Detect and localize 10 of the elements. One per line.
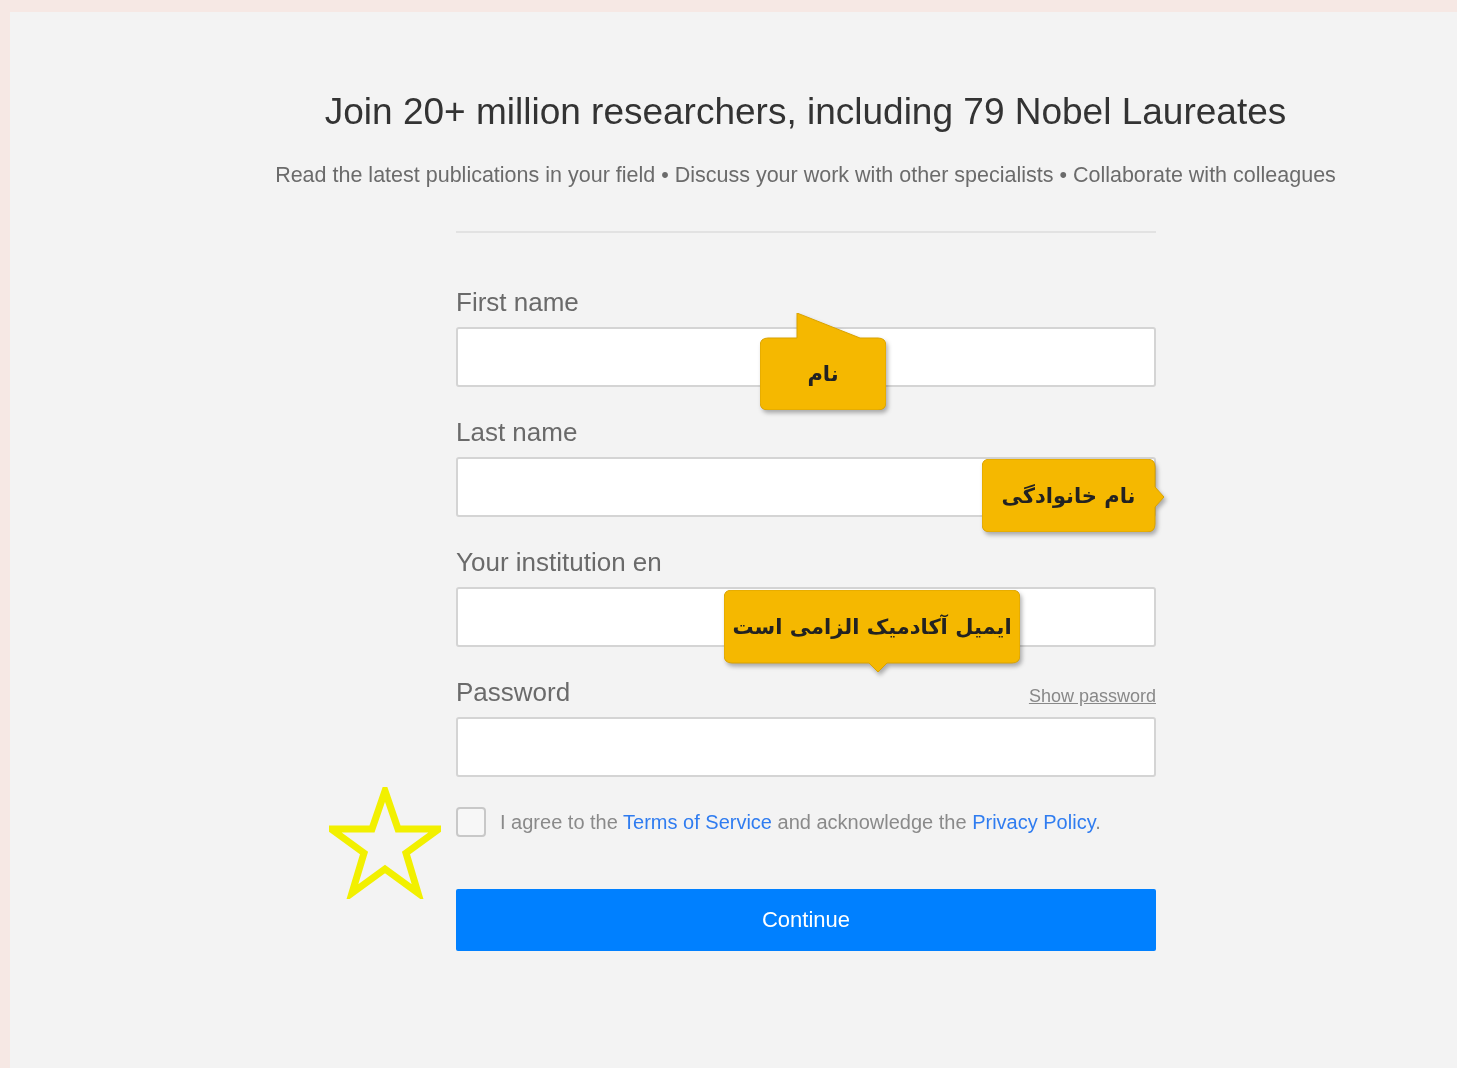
headline: Join 20+ million researchers, including 79 Nobel Laureates [324, 90, 1287, 134]
subtitle: Read the latest publications in your field • Discuss your work with other specialists • Collaborate with colleagues [275, 162, 1336, 189]
field-label: Password [456, 677, 571, 707]
field-label: Last name [456, 417, 578, 447]
callout-tooltip: نام [760, 313, 886, 410]
callout-tooltip: ایمیل آکادمیک الزامی است [724, 590, 1020, 672]
agreement-text: I agree to the Terms of Service and acknowledge the Privacy Policy. [500, 810, 1101, 835]
field-label: First name [456, 287, 579, 317]
callout-tooltip: نام خانوادگی [982, 459, 1164, 532]
field-label: Your institution en [456, 547, 662, 577]
